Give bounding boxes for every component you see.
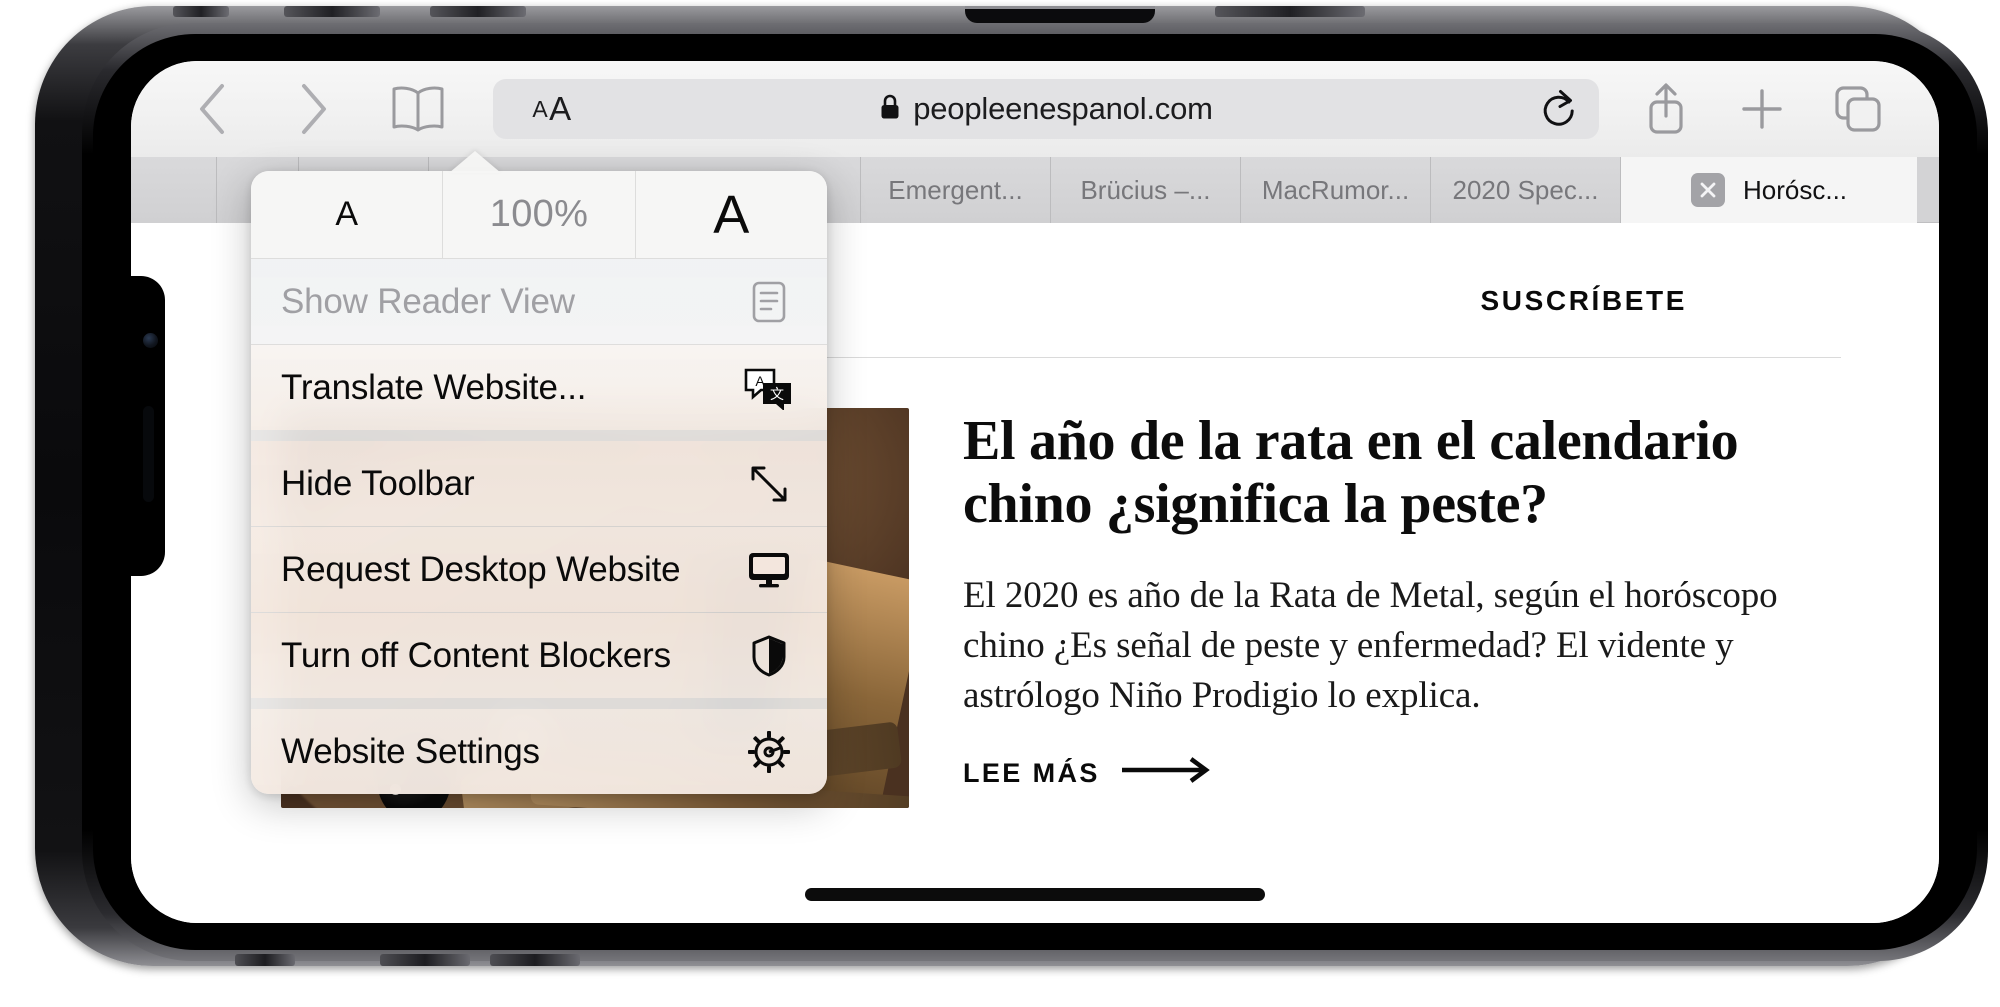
- menu-item-label: Turn off Content Blockers: [281, 635, 671, 675]
- zoom-decrease-label: A: [335, 195, 358, 233]
- page-settings-aa-button[interactable]: A A: [493, 79, 611, 139]
- new-tab-plus-icon[interactable]: [1725, 72, 1799, 146]
- menu-item-label: Website Settings: [281, 731, 540, 771]
- menu-group-separator: [251, 430, 827, 441]
- aa-small-label: A: [532, 95, 549, 122]
- tab-item-emergent[interactable]: Emergent...: [861, 157, 1051, 223]
- safari-toolbar: A A peopleenespanol.com: [131, 61, 1939, 157]
- tab-close-icon[interactable]: [1690, 173, 1725, 207]
- tab-item-2020-spec[interactable]: 2020 Spec...: [1431, 157, 1621, 223]
- reader-view-icon: [741, 280, 797, 324]
- show-tabs-icon[interactable]: [1821, 72, 1895, 146]
- translate-icon: A 文: [741, 366, 797, 410]
- zoom-level-label: 100%: [489, 193, 589, 235]
- volume-down-button[interactable]: [430, 6, 526, 17]
- reload-icon[interactable]: [1535, 86, 1581, 132]
- menu-item-hide-toolbar[interactable]: Hide Toolbar: [251, 441, 827, 526]
- menu-item-website-settings[interactable]: Website Settings: [251, 709, 827, 794]
- menu-item-translate-website[interactable]: Translate Website... A 文: [251, 345, 827, 430]
- tab-item-horoscopo-active[interactable]: Horósc...: [1621, 157, 1917, 223]
- expand-arrows-icon: [741, 463, 797, 505]
- tab-item-macrumors[interactable]: MacRumor...: [1241, 157, 1431, 223]
- article-headline: El año de la rata en el calendario chino…: [963, 410, 1739, 536]
- shield-icon: [741, 634, 797, 678]
- menu-item-label: Show Reader View: [281, 281, 575, 321]
- svg-text:文: 文: [770, 386, 784, 402]
- article-summary: El 2020 es año de la Rata de Metal, segú…: [963, 574, 1778, 717]
- tab-label: MacRumor...: [1261, 174, 1410, 205]
- back-arrow-icon[interactable]: [177, 72, 251, 146]
- article-text-column: El año de la rata en el calendario chino…: [963, 408, 1841, 923]
- earpiece-speaker: [143, 406, 154, 502]
- iphone-device-frame: SUSCRÍBETE El año de la rata en el calen…: [35, 6, 1988, 966]
- lock-icon: [879, 93, 901, 126]
- read-more-label: LEE MÁS: [963, 758, 1100, 789]
- tab-label: Horósc...: [1742, 174, 1848, 205]
- front-camera-icon: [143, 333, 158, 348]
- home-indicator[interactable]: [805, 888, 1265, 901]
- menu-item-request-desktop-website[interactable]: Request Desktop Website: [251, 527, 827, 612]
- address-bar-center: peopleenespanol.com: [879, 91, 1213, 127]
- popover-pointer-arrow: [449, 151, 501, 173]
- menu-item-label: Hide Toolbar: [281, 463, 475, 503]
- zoom-increase-button[interactable]: A: [634, 171, 827, 258]
- menu-item-label: Translate Website...: [281, 367, 587, 407]
- zoom-level-button[interactable]: 100%: [442, 171, 634, 258]
- device-top-notch: [965, 6, 1155, 23]
- tab-label: Emergent...: [888, 174, 1023, 205]
- desktop-monitor-icon: [741, 549, 797, 591]
- arrow-right-icon: [1121, 757, 1214, 790]
- menu-item-turn-off-content-blockers[interactable]: Turn off Content Blockers: [251, 613, 827, 698]
- bookmarks-book-icon[interactable]: [381, 72, 455, 146]
- device-screen: SUSCRÍBETE El año de la rata en el calen…: [131, 61, 1939, 923]
- screenshot-stage: SUSCRÍBETE El año de la rata en el calen…: [0, 0, 2000, 1007]
- mute-switch[interactable]: [173, 6, 229, 17]
- menu-item-show-reader-view[interactable]: Show Reader View: [251, 259, 827, 344]
- aa-large-label: A: [549, 90, 572, 127]
- tab-label: Brücius –...: [1080, 174, 1211, 205]
- device-bottom-port-left: [235, 954, 295, 966]
- device-speaker-grille-right: [490, 954, 580, 966]
- power-button[interactable]: [1215, 6, 1365, 17]
- subscribe-link[interactable]: SUSCRÍBETE: [1481, 285, 1687, 317]
- gear-icon: [741, 729, 797, 775]
- page-settings-popover: A 100% A Show Reader View Translate Webs…: [251, 171, 827, 794]
- address-bar[interactable]: A A peopleenespanol.com: [493, 79, 1599, 139]
- tab-label: 2020 Spec...: [1452, 174, 1599, 205]
- forward-arrow-icon[interactable]: [275, 72, 349, 146]
- zoom-control-row: A 100% A: [251, 171, 827, 259]
- menu-item-label: Request Desktop Website: [281, 549, 681, 589]
- read-more-link[interactable]: LEE MÁS: [963, 757, 1841, 790]
- device-speaker-grille-left: [380, 954, 470, 966]
- url-text: peopleenespanol.com: [913, 91, 1213, 126]
- tab-item-brucius[interactable]: Brücius –...: [1051, 157, 1241, 223]
- zoom-increase-label: A: [713, 184, 750, 245]
- share-icon[interactable]: [1629, 72, 1703, 146]
- volume-up-button[interactable]: [284, 6, 380, 17]
- tab-item[interactable]: [131, 157, 217, 223]
- zoom-decrease-button[interactable]: A: [251, 171, 442, 258]
- menu-group-separator: [251, 698, 827, 709]
